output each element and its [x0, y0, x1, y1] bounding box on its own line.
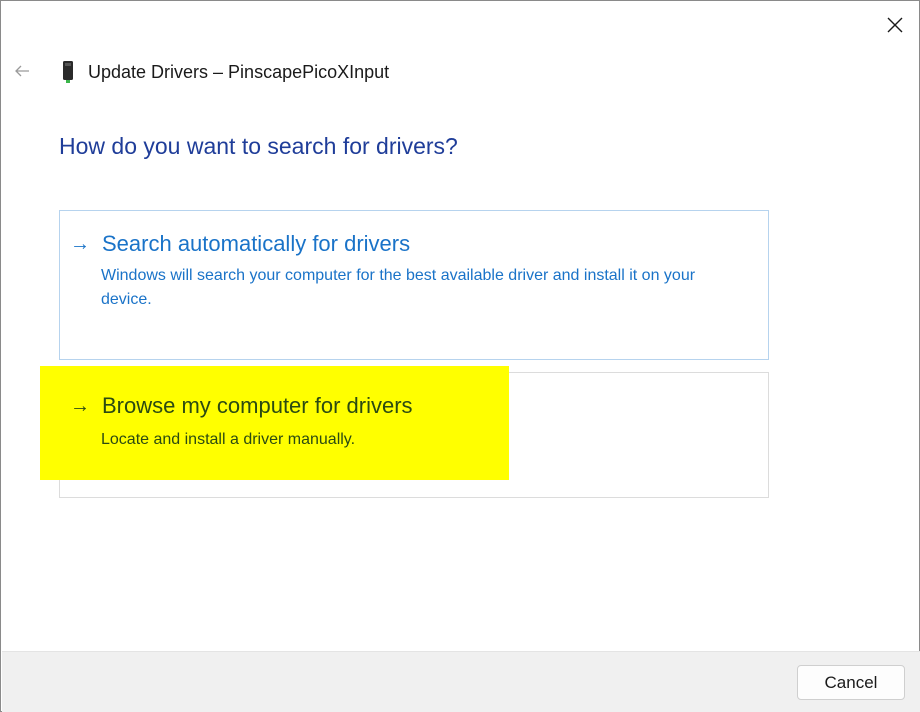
option-description: Windows will search your computer for th…: [101, 267, 696, 308]
dialog-footer: [2, 651, 920, 712]
arrow-right-icon: →: [70, 232, 90, 255]
option-title: Browse my computer for drivers: [102, 393, 413, 418]
back-arrow-icon: [15, 65, 29, 77]
close-button[interactable]: [873, 7, 917, 43]
page-heading: How do you want to search for drivers?: [59, 133, 458, 159]
back-button[interactable]: [7, 57, 37, 85]
option-title-row: → Search automatically for drivers: [70, 231, 410, 257]
window-title-row: Update Drivers – PinscapePicoXInput: [57, 59, 389, 85]
close-icon: [887, 17, 903, 33]
arrow-right-icon: →: [70, 394, 90, 417]
option-description: Locate and install a driver manually.: [101, 431, 356, 448]
option-title: Search automatically for drivers: [102, 231, 411, 256]
option-title-row: → Browse my computer for drivers: [70, 393, 413, 419]
browse-computer-option[interactable]: → Browse my computer for drivers Locate …: [59, 372, 769, 498]
usb-device-icon: [57, 59, 79, 85]
update-drivers-window: Update Drivers – PinscapePicoXInput How …: [0, 0, 920, 712]
search-automatically-option[interactable]: → Search automatically for drivers Windo…: [59, 210, 769, 360]
cancel-button[interactable]: Cancel: [797, 665, 905, 700]
window-title: Update Drivers – PinscapePicoXInput: [88, 61, 390, 82]
